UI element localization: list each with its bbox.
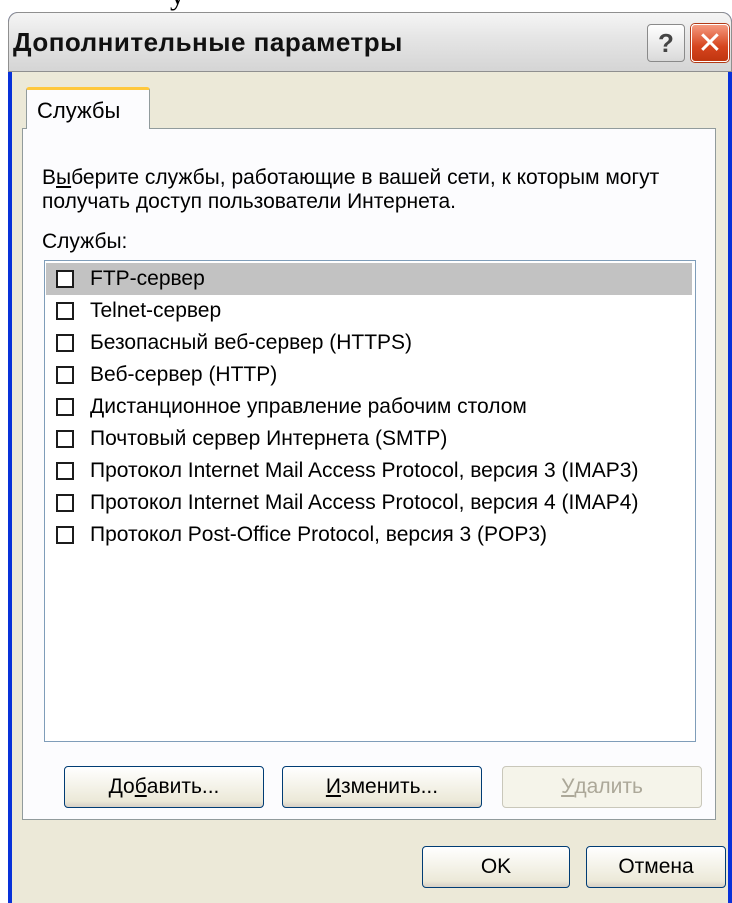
- cancel-button[interactable]: Отмена: [586, 846, 726, 888]
- ok-button[interactable]: OK: [422, 846, 570, 888]
- description-text-start: В: [42, 166, 57, 189]
- list-item-imap4[interactable]: Протокол Internet Mail Access Protocol, …: [46, 487, 692, 519]
- services-description: Выберите службы, работающие в вашей сети…: [42, 166, 682, 214]
- description-accelerator: ы: [56, 166, 72, 189]
- service-checkbox[interactable]: [56, 334, 74, 352]
- list-item-label: Telnet-сервер: [90, 299, 222, 322]
- list-item-imap3[interactable]: Протокол Internet Mail Access Protocol, …: [46, 455, 692, 487]
- service-checkbox[interactable]: [56, 430, 74, 448]
- service-checkbox[interactable]: [56, 366, 74, 384]
- list-item-remote-desktop[interactable]: Дистанционное управление рабочим столом: [46, 391, 692, 423]
- list-item-ftp[interactable]: FTP-сервер: [46, 263, 692, 295]
- list-item-pop3[interactable]: Протокол Post-Office Protocol, версия 3 …: [46, 519, 692, 551]
- help-icon: ?: [658, 27, 674, 58]
- title-bar[interactable]: Дополнительные параметры ? ✕: [8, 12, 732, 72]
- dialog-client-area: Службы Выберите службы, работающие в ваш…: [12, 72, 728, 903]
- list-item-label: Протокол Internet Mail Access Protocol, …: [90, 459, 639, 482]
- list-item-label: FTP-сервер: [90, 267, 205, 290]
- list-item-label: Дистанционное управление рабочим столом: [90, 395, 527, 418]
- edit-button[interactable]: Изменить...: [282, 766, 482, 808]
- dialog-window: Дополнительные параметры ? ✕ Службы Выбе…: [8, 12, 732, 903]
- close-button[interactable]: ✕: [691, 24, 729, 62]
- button-text: зменить...: [340, 775, 439, 798]
- service-checkbox[interactable]: [56, 494, 74, 512]
- list-item-label: Протокол Post-Office Protocol, версия 3 …: [90, 523, 548, 546]
- delete-button[interactable]: Удалить: [502, 766, 702, 808]
- window-title: Дополнительные параметры: [13, 27, 403, 57]
- tab-services[interactable]: Службы: [26, 87, 150, 129]
- button-text: далить: [574, 775, 643, 798]
- service-checkbox[interactable]: [56, 398, 74, 416]
- list-item-label: Безопасный веб-сервер (HTTPS): [90, 331, 413, 354]
- button-accelerator: И: [325, 775, 341, 798]
- services-list-label: Службы:: [42, 230, 128, 253]
- list-item-http[interactable]: Веб-сервер (HTTP): [46, 359, 692, 391]
- service-checkbox[interactable]: [56, 270, 74, 288]
- document-text-fragment: у: [170, 0, 185, 12]
- service-checkbox[interactable]: [56, 526, 74, 544]
- list-item-label: Почтовый сервер Интернета (SMTP): [90, 427, 448, 450]
- list-item-https[interactable]: Безопасный веб-сервер (HTTPS): [46, 327, 692, 359]
- button-text: авить...: [146, 775, 220, 798]
- list-item-label: Протокол Internet Mail Access Protocol, …: [90, 491, 639, 514]
- add-button[interactable]: До б авить...: [64, 766, 264, 808]
- close-icon: ✕: [697, 26, 723, 60]
- service-checkbox[interactable]: [56, 462, 74, 480]
- list-item-label: Веб-сервер (HTTP): [90, 363, 278, 386]
- description-text-rest: берите службы, работающие в вашей сети, …: [42, 166, 660, 213]
- list-item-smtp[interactable]: Почтовый сервер Интернета (SMTP): [46, 423, 692, 455]
- button-accelerator: У: [561, 775, 575, 798]
- service-checkbox[interactable]: [56, 302, 74, 320]
- services-listbox[interactable]: FTP-сервер Telnet-сервер Безопасный веб-…: [44, 260, 696, 742]
- help-button[interactable]: ?: [647, 24, 685, 62]
- button-text: До: [108, 775, 135, 798]
- list-item-telnet[interactable]: Telnet-сервер: [46, 295, 692, 327]
- button-accelerator: б: [134, 775, 147, 798]
